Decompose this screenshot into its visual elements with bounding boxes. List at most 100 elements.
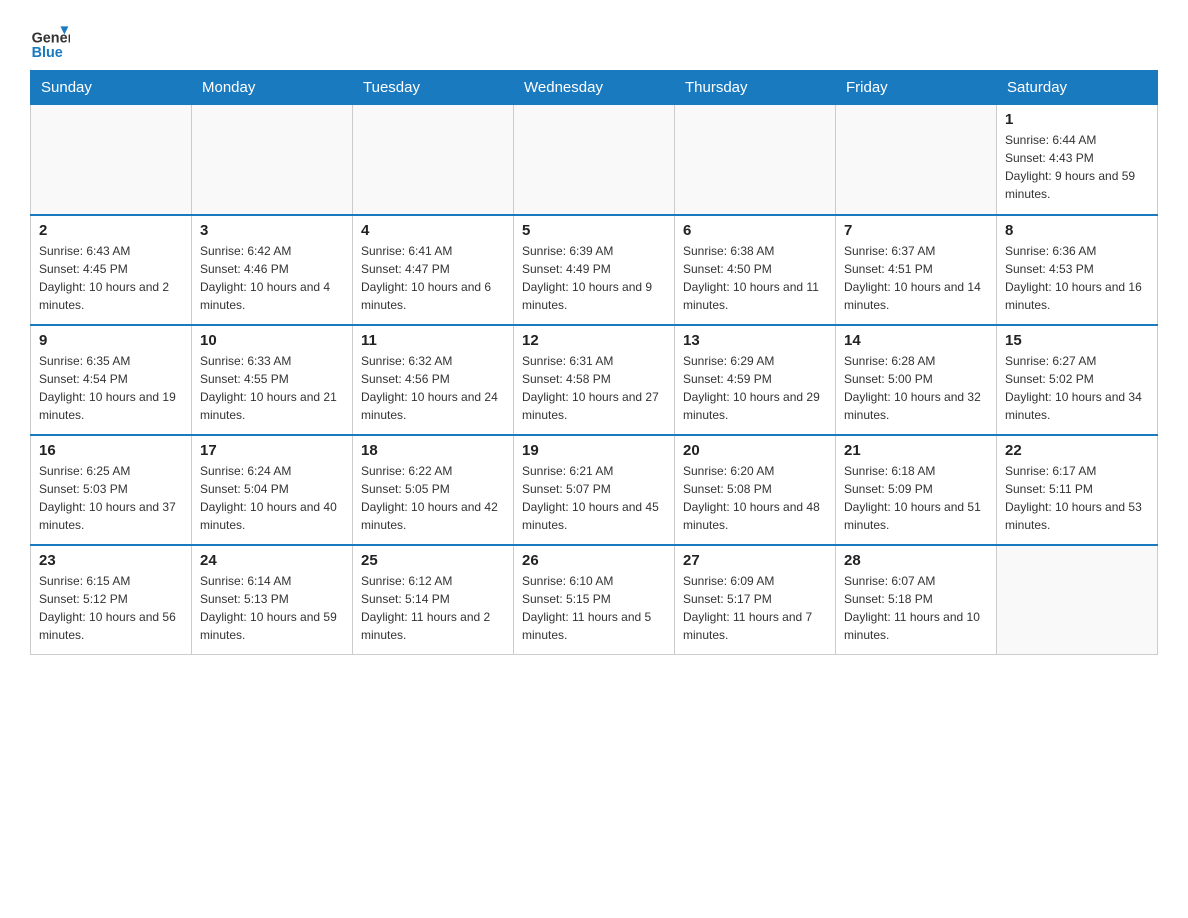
day-number: 7 bbox=[844, 222, 988, 239]
day-info: Sunrise: 6:09 AMSunset: 5:17 PMDaylight:… bbox=[683, 572, 827, 644]
day-info: Sunrise: 6:18 AMSunset: 5:09 PMDaylight:… bbox=[844, 462, 988, 534]
calendar-cell bbox=[836, 105, 997, 215]
calendar-cell: 10Sunrise: 6:33 AMSunset: 4:55 PMDayligh… bbox=[192, 325, 353, 435]
day-number: 3 bbox=[200, 222, 344, 239]
calendar-cell: 20Sunrise: 6:20 AMSunset: 5:08 PMDayligh… bbox=[675, 435, 836, 545]
weekday-header-tuesday: Tuesday bbox=[353, 71, 514, 105]
calendar-cell: 28 Sunrise: 6:07 AMSunset: 5:18 PMDayligh… bbox=[836, 545, 997, 655]
day-info: Sunrise: 6:41 AMSunset: 4:47 PMDaylight:… bbox=[361, 242, 505, 314]
calendar-cell: 12 Sunrise: 6:31 AMSunset: 4:58 PMDayligh… bbox=[514, 325, 675, 435]
weekday-header-wednesday: Wednesday bbox=[514, 71, 675, 105]
calendar-cell: 21 Sunrise: 6:18 AMSunset: 5:09 PMDayligh… bbox=[836, 435, 997, 545]
calendar-week-3: 9 Sunrise: 6:35 AMSunset: 4:54 PMDaylight… bbox=[31, 325, 1158, 435]
day-info: Sunrise: 6:38 AMSunset: 4:50 PMDaylight:… bbox=[683, 242, 827, 314]
day-number: 14 bbox=[844, 332, 988, 349]
calendar-week-4: 16 Sunrise: 6:25 AMSunset: 5:03 PMDayligh… bbox=[31, 435, 1158, 545]
day-info: Sunrise: 6:42 AMSunset: 4:46 PMDaylight:… bbox=[200, 242, 344, 314]
day-info: Sunrise: 6:12 AMSunset: 5:14 PMDaylight:… bbox=[361, 572, 505, 644]
day-info: Sunrise: 6:31 AMSunset: 4:58 PMDaylight:… bbox=[522, 352, 666, 424]
day-number: 15 bbox=[1005, 332, 1149, 349]
day-number: 13 bbox=[683, 332, 827, 349]
day-info: Sunrise: 6:25 AMSunset: 5:03 PMDaylight:… bbox=[39, 462, 183, 534]
day-number: 25 bbox=[361, 552, 505, 569]
calendar-cell: 17 Sunrise: 6:24 AMSunset: 5:04 PMDayligh… bbox=[192, 435, 353, 545]
calendar-cell: 11 Sunrise: 6:32 AMSunset: 4:56 PMDayligh… bbox=[353, 325, 514, 435]
day-info: Sunrise: 6:36 AMSunset: 4:53 PMDaylight:… bbox=[1005, 242, 1149, 314]
calendar-table: SundayMondayTuesdayWednesdayThursdayFrid… bbox=[30, 70, 1158, 655]
calendar-cell: 6 Sunrise: 6:38 AMSunset: 4:50 PMDaylight… bbox=[675, 215, 836, 325]
calendar-cell: 16 Sunrise: 6:25 AMSunset: 5:03 PMDayligh… bbox=[31, 435, 192, 545]
day-number: 11 bbox=[361, 332, 505, 349]
weekday-header-friday: Friday bbox=[836, 71, 997, 105]
calendar-cell: 22 Sunrise: 6:17 AMSunset: 5:11 PMDayligh… bbox=[997, 435, 1158, 545]
calendar-week-1: 1 Sunrise: 6:44 AMSunset: 4:43 PMDaylight… bbox=[31, 105, 1158, 215]
calendar-cell: 24Sunrise: 6:14 AMSunset: 5:13 PMDayligh… bbox=[192, 545, 353, 655]
weekday-header-thursday: Thursday bbox=[675, 71, 836, 105]
calendar-cell: 2 Sunrise: 6:43 AMSunset: 4:45 PMDaylight… bbox=[31, 215, 192, 325]
day-number: 18 bbox=[361, 442, 505, 459]
calendar-cell bbox=[31, 105, 192, 215]
calendar-cell: 27Sunrise: 6:09 AMSunset: 5:17 PMDayligh… bbox=[675, 545, 836, 655]
calendar-cell: 9 Sunrise: 6:35 AMSunset: 4:54 PMDaylight… bbox=[31, 325, 192, 435]
calendar-cell: 13 Sunrise: 6:29 AMSunset: 4:59 PMDayligh… bbox=[675, 325, 836, 435]
day-info: Sunrise: 6:14 AMSunset: 5:13 PMDaylight:… bbox=[200, 572, 344, 644]
calendar-cell: 26 Sunrise: 6:10 AMSunset: 5:15 PMDayligh… bbox=[514, 545, 675, 655]
day-info: Sunrise: 6:28 AMSunset: 5:00 PMDaylight:… bbox=[844, 352, 988, 424]
day-number: 6 bbox=[683, 222, 827, 239]
day-number: 23 bbox=[39, 552, 183, 569]
calendar-cell: 15Sunrise: 6:27 AMSunset: 5:02 PMDayligh… bbox=[997, 325, 1158, 435]
day-number: 9 bbox=[39, 332, 183, 349]
calendar-cell: 19 Sunrise: 6:21 AMSunset: 5:07 PMDayligh… bbox=[514, 435, 675, 545]
day-info: Sunrise: 6:44 AMSunset: 4:43 PMDaylight:… bbox=[1005, 131, 1149, 203]
day-number: 2 bbox=[39, 222, 183, 239]
day-info: Sunrise: 6:07 AMSunset: 5:18 PMDaylight:… bbox=[844, 572, 988, 644]
day-info: Sunrise: 6:24 AMSunset: 5:04 PMDaylight:… bbox=[200, 462, 344, 534]
calendar-cell: 4 Sunrise: 6:41 AMSunset: 4:47 PMDaylight… bbox=[353, 215, 514, 325]
day-info: Sunrise: 6:29 AMSunset: 4:59 PMDaylight:… bbox=[683, 352, 827, 424]
day-number: 8 bbox=[1005, 222, 1149, 239]
day-info: Sunrise: 6:37 AMSunset: 4:51 PMDaylight:… bbox=[844, 242, 988, 314]
weekday-header-monday: Monday bbox=[192, 71, 353, 105]
logo-icon: General Blue bbox=[30, 20, 70, 60]
day-info: Sunrise: 6:22 AMSunset: 5:05 PMDaylight:… bbox=[361, 462, 505, 534]
day-number: 4 bbox=[361, 222, 505, 239]
day-info: Sunrise: 6:15 AMSunset: 5:12 PMDaylight:… bbox=[39, 572, 183, 644]
day-info: Sunrise: 6:35 AMSunset: 4:54 PMDaylight:… bbox=[39, 352, 183, 424]
day-info: Sunrise: 6:43 AMSunset: 4:45 PMDaylight:… bbox=[39, 242, 183, 314]
day-number: 17 bbox=[200, 442, 344, 459]
calendar-week-2: 2 Sunrise: 6:43 AMSunset: 4:45 PMDaylight… bbox=[31, 215, 1158, 325]
weekday-header-row: SundayMondayTuesdayWednesdayThursdayFrid… bbox=[31, 71, 1158, 105]
calendar-cell bbox=[192, 105, 353, 215]
weekday-header-sunday: Sunday bbox=[31, 71, 192, 105]
day-info: Sunrise: 6:10 AMSunset: 5:15 PMDaylight:… bbox=[522, 572, 666, 644]
day-info: Sunrise: 6:20 AMSunset: 5:08 PMDaylight:… bbox=[683, 462, 827, 534]
svg-text:Blue: Blue bbox=[32, 45, 63, 60]
day-info: Sunrise: 6:21 AMSunset: 5:07 PMDaylight:… bbox=[522, 462, 666, 534]
day-number: 28 bbox=[844, 552, 988, 569]
calendar-cell: 3 Sunrise: 6:42 AMSunset: 4:46 PMDaylight… bbox=[192, 215, 353, 325]
day-info: Sunrise: 6:39 AMSunset: 4:49 PMDaylight:… bbox=[522, 242, 666, 314]
calendar-cell: 8 Sunrise: 6:36 AMSunset: 4:53 PMDaylight… bbox=[997, 215, 1158, 325]
day-info: Sunrise: 6:32 AMSunset: 4:56 PMDaylight:… bbox=[361, 352, 505, 424]
logo: General Blue bbox=[30, 20, 72, 60]
day-info: Sunrise: 6:17 AMSunset: 5:11 PMDaylight:… bbox=[1005, 462, 1149, 534]
day-number: 1 bbox=[1005, 111, 1149, 128]
day-number: 19 bbox=[522, 442, 666, 459]
calendar-cell: 23 Sunrise: 6:15 AMSunset: 5:12 PMDayligh… bbox=[31, 545, 192, 655]
calendar-cell bbox=[675, 105, 836, 215]
calendar-cell: 7 Sunrise: 6:37 AMSunset: 4:51 PMDaylight… bbox=[836, 215, 997, 325]
calendar-cell: 18 Sunrise: 6:22 AMSunset: 5:05 PMDayligh… bbox=[353, 435, 514, 545]
day-number: 21 bbox=[844, 442, 988, 459]
page-header: General Blue bbox=[30, 20, 1158, 60]
calendar-cell: 5 Sunrise: 6:39 AMSunset: 4:49 PMDaylight… bbox=[514, 215, 675, 325]
day-number: 5 bbox=[522, 222, 666, 239]
weekday-header-saturday: Saturday bbox=[997, 71, 1158, 105]
day-number: 26 bbox=[522, 552, 666, 569]
calendar-cell: 25 Sunrise: 6:12 AMSunset: 5:14 PMDayligh… bbox=[353, 545, 514, 655]
day-number: 16 bbox=[39, 442, 183, 459]
calendar-week-5: 23 Sunrise: 6:15 AMSunset: 5:12 PMDayligh… bbox=[31, 545, 1158, 655]
calendar-cell bbox=[514, 105, 675, 215]
day-number: 12 bbox=[522, 332, 666, 349]
calendar-cell bbox=[353, 105, 514, 215]
day-number: 22 bbox=[1005, 442, 1149, 459]
